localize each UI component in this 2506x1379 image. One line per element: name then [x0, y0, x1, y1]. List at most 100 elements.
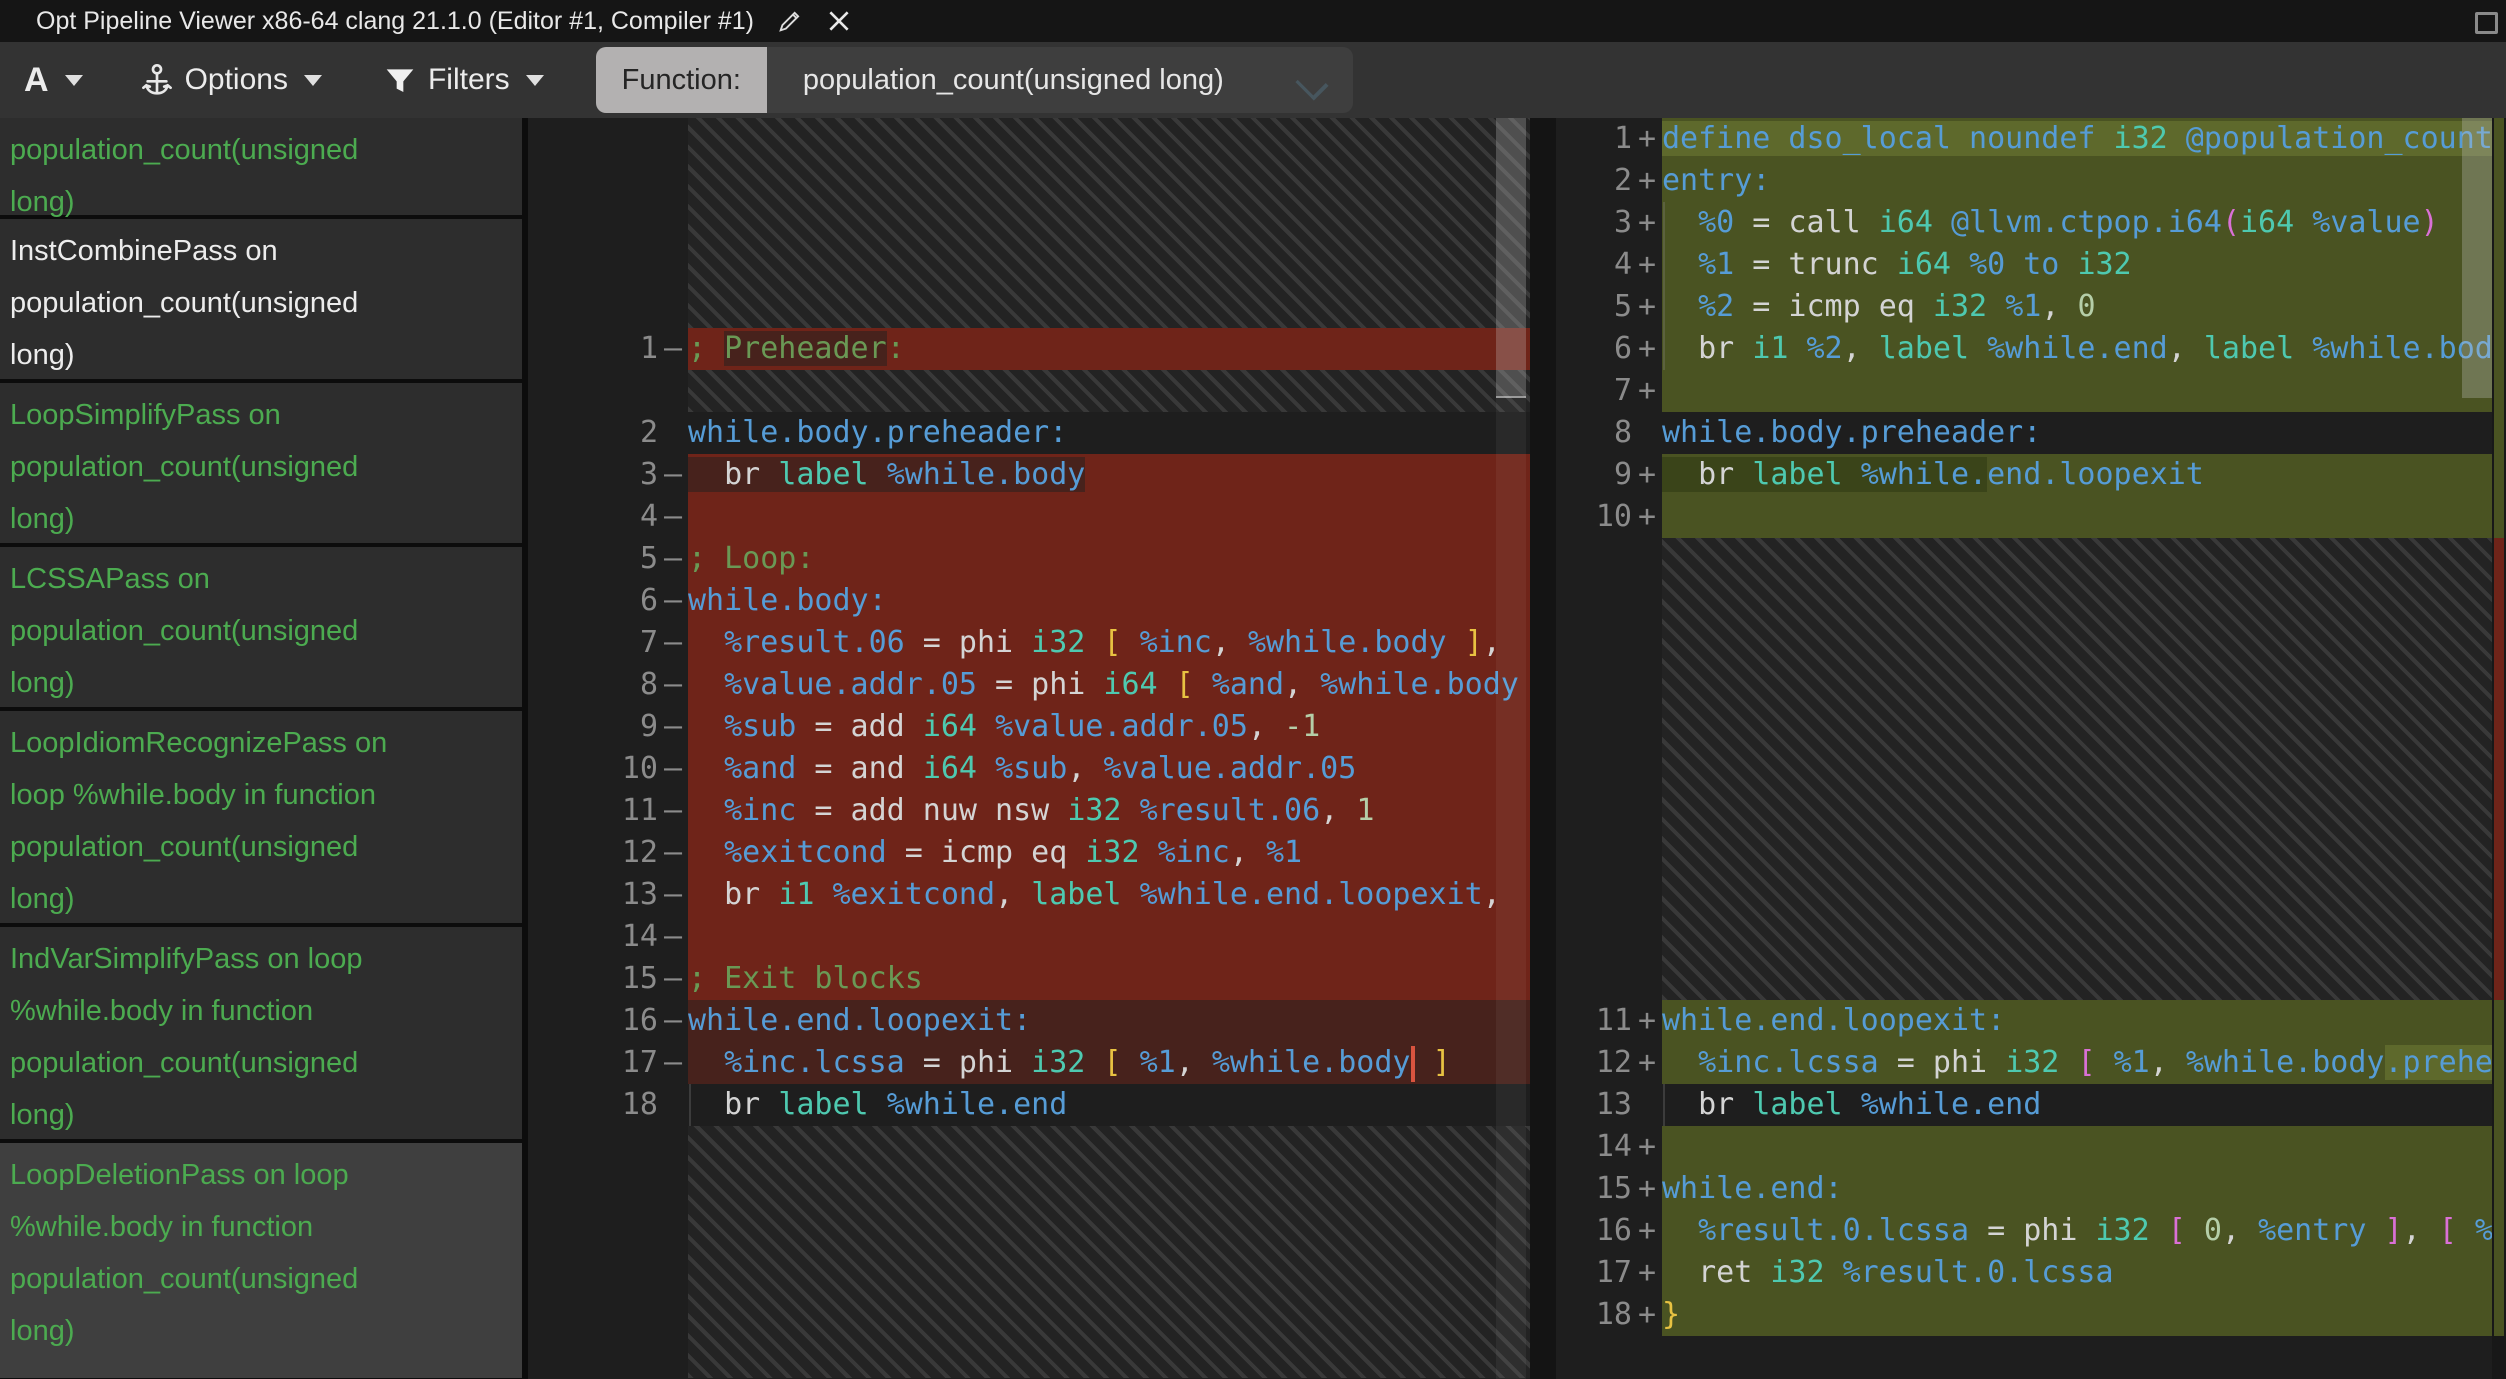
diff-original-pane[interactable]: 1–; Preheader: 2while.body.preheader:3– b…: [528, 118, 1530, 1379]
code-text[interactable]: br label %while.end: [688, 1084, 1530, 1126]
code-line[interactable]: 5+ %2 = icmp eq i32 %1, 0: [1556, 286, 2506, 328]
code-text[interactable]: [1662, 370, 2492, 412]
code-text[interactable]: [1662, 1126, 2492, 1168]
code-line[interactable]: 8while.body.preheader:: [1556, 412, 2506, 454]
code-text[interactable]: }: [1662, 1294, 2492, 1336]
diff-sign: +: [1632, 1210, 1662, 1252]
code-text[interactable]: while.body.preheader:: [1662, 412, 2492, 454]
left-scrollbar-thumb[interactable]: [1496, 118, 1526, 398]
code-line[interactable]: 14–: [528, 916, 1530, 958]
code-line[interactable]: 8– %value.addr.05 = phi i64 [ %and, %whi…: [528, 664, 1530, 706]
code-text[interactable]: %0 = call i64 @llvm.ctpop.i64(i64 %value…: [1662, 202, 2492, 244]
rename-pencil-icon[interactable]: [776, 7, 804, 35]
code-token: ,: [1248, 709, 1284, 744]
options-button[interactable]: Options: [141, 62, 322, 98]
code-text[interactable]: %inc.lcssa = phi i32 [ %1, %while.body ]: [688, 1042, 1530, 1084]
font-size-button[interactable]: A: [24, 61, 83, 100]
filters-button[interactable]: Filters: [384, 63, 544, 97]
function-dropdown[interactable]: population_count(unsigned long): [767, 47, 1353, 113]
code-line[interactable]: 15+while.end:: [1556, 1168, 2506, 1210]
code-line[interactable]: 18 br label %while.end: [528, 1084, 1530, 1126]
code-line[interactable]: 3– br label %while.body: [528, 454, 1530, 496]
anchor-icon: [141, 62, 173, 98]
code-text[interactable]: %value.addr.05 = phi i64 [ %and, %while.…: [688, 664, 1530, 706]
code-text[interactable]: %2 = icmp eq i32 %1, 0: [1662, 286, 2492, 328]
code-text[interactable]: br i1 %exitcond, label %while.end.loopex…: [688, 874, 1530, 916]
window-title: Opt Pipeline Viewer x86-64 clang 21.1.0 …: [36, 7, 754, 36]
code-text[interactable]: ; Exit blocks: [688, 958, 1530, 1000]
code-line[interactable]: 4–: [528, 496, 1530, 538]
code-line[interactable]: 18+}: [1556, 1294, 2506, 1336]
code-text[interactable]: while.end:: [1662, 1168, 2492, 1210]
code-line[interactable]: 1–; Preheader:: [528, 328, 1530, 370]
maximize-icon[interactable]: [2475, 12, 2498, 34]
pass-name-text: %while.body in function: [10, 985, 522, 1037]
code-line[interactable]: 2+entry:: [1556, 160, 2506, 202]
code-line[interactable]: 6–while.body:: [528, 580, 1530, 622]
code-line[interactable]: 15–; Exit blocks: [528, 958, 1530, 1000]
code-line[interactable]: 9+ br label %while.end.loopexit: [1556, 454, 2506, 496]
code-text[interactable]: while.end.loopexit:: [1662, 1000, 2492, 1042]
code-line[interactable]: 14+: [1556, 1126, 2506, 1168]
code-text[interactable]: br i1 %2, label %while.end, label %while…: [1662, 328, 2492, 370]
code-line[interactable]: 17+ ret i32 %result.0.lcssa: [1556, 1252, 2506, 1294]
code-line[interactable]: 12+ %inc.lcssa = phi i32 [ %1, %while.bo…: [1556, 1042, 2506, 1084]
code-line[interactable]: 7– %result.06 = phi i32 [ %inc, %while.b…: [528, 622, 1530, 664]
code-text[interactable]: ; Preheader:: [688, 328, 1530, 370]
code-text[interactable]: [688, 496, 1530, 538]
code-text[interactable]: %1 = trunc i64 %0 to i32: [1662, 244, 2492, 286]
code-line[interactable]: 13 br label %while.end: [1556, 1084, 2506, 1126]
pass-list-item[interactable]: LoopIdiomRecognizePass onloop %while.bod…: [0, 711, 522, 923]
code-line[interactable]: 3+ %0 = call i64 @llvm.ctpop.i64(i64 %va…: [1556, 202, 2506, 244]
code-text[interactable]: while.body.preheader:: [688, 412, 1530, 454]
diff-sign: –: [658, 748, 688, 790]
code-text[interactable]: br label %while.body: [688, 454, 1530, 496]
pass-list-item[interactable]: InstCombinePass onpopulation_count(unsig…: [0, 219, 522, 379]
code-line[interactable]: 10+: [1556, 496, 2506, 538]
code-line[interactable]: 6+ br i1 %2, label %while.end, label %wh…: [1556, 328, 2506, 370]
code-line[interactable]: 10– %and = and i64 %sub, %value.addr.05: [528, 748, 1530, 790]
code-line[interactable]: 9– %sub = add i64 %value.addr.05, -1: [528, 706, 1530, 748]
code-line[interactable]: 2while.body.preheader:: [528, 412, 1530, 454]
code-text[interactable]: %inc.lcssa = phi i32 [ %1, %while.body.p…: [1662, 1042, 2492, 1084]
code-token: [: [1176, 667, 1212, 702]
code-text[interactable]: while.body:: [688, 580, 1530, 622]
pass-list-item[interactable]: IndVarSimplifyPass on loop%while.body in…: [0, 927, 522, 1139]
right-scrollbar-thumb[interactable]: [2462, 118, 2492, 398]
code-line[interactable]: 17– %inc.lcssa = phi i32 [ %1, %while.bo…: [528, 1042, 1530, 1084]
code-line[interactable]: 11+while.end.loopexit:: [1556, 1000, 2506, 1042]
code-text[interactable]: ; Loop:: [688, 538, 1530, 580]
code-line[interactable]: 4+ %1 = trunc i64 %0 to i32: [1556, 244, 2506, 286]
code-text[interactable]: %and = and i64 %sub, %value.addr.05: [688, 748, 1530, 790]
code-text[interactable]: entry:: [1662, 160, 2492, 202]
code-text[interactable]: br label %while.end: [1662, 1084, 2492, 1126]
code-text[interactable]: %result.0.lcssa = phi i32 [ 0, %entry ],…: [1662, 1210, 2492, 1252]
code-line[interactable]: 11– %inc = add nuw nsw i32 %result.06, 1: [528, 790, 1530, 832]
code-text[interactable]: ret i32 %result.0.lcssa: [1662, 1252, 2492, 1294]
code-line[interactable]: 16+ %result.0.lcssa = phi i32 [ 0, %entr…: [1556, 1210, 2506, 1252]
code-text[interactable]: %inc = add nuw nsw i32 %result.06, 1: [688, 790, 1530, 832]
left-scrollbar[interactable]: [1496, 118, 1526, 1379]
code-line[interactable]: 13– br i1 %exitcond, label %while.end.lo…: [528, 874, 1530, 916]
pass-list-item[interactable]: LCSSAPass onpopulation_count(unsignedlon…: [0, 547, 522, 707]
diff-modified-pane[interactable]: 1+define dso_local noundef i32 @populati…: [1556, 118, 2506, 1379]
code-text[interactable]: %result.06 = phi i32 [ %inc, %while.body…: [688, 622, 1530, 664]
code-line[interactable]: 7+: [1556, 370, 2506, 412]
code-text[interactable]: %exitcond = icmp eq i32 %inc, %1: [688, 832, 1530, 874]
code-text[interactable]: [688, 916, 1530, 958]
code-line[interactable]: 1+define dso_local noundef i32 @populati…: [1556, 118, 2506, 160]
pass-list-item[interactable]: LoopDeletionPass on loop%while.body in f…: [0, 1143, 522, 1378]
code-line[interactable]: 12– %exitcond = icmp eq i32 %inc, %1: [528, 832, 1530, 874]
close-icon[interactable]: [826, 8, 852, 34]
pass-list-item[interactable]: population_count(unsignedlong): [0, 118, 522, 215]
pass-list-item[interactable]: LoopSimplifyPass onpopulation_count(unsi…: [0, 383, 522, 543]
code-text[interactable]: [1662, 496, 2492, 538]
code-text[interactable]: br label %while.end.loopexit: [1662, 454, 2492, 496]
code-text[interactable]: define dso_local noundef i32 @population…: [1662, 118, 2492, 160]
right-scrollbar[interactable]: [2462, 118, 2492, 1379]
line-number: 11: [528, 790, 658, 832]
code-text[interactable]: while.end.loopexit:: [688, 1000, 1530, 1042]
code-line[interactable]: 16–while.end.loopexit:: [528, 1000, 1530, 1042]
code-text[interactable]: %sub = add i64 %value.addr.05, -1: [688, 706, 1530, 748]
code-line[interactable]: 5–; Loop:: [528, 538, 1530, 580]
